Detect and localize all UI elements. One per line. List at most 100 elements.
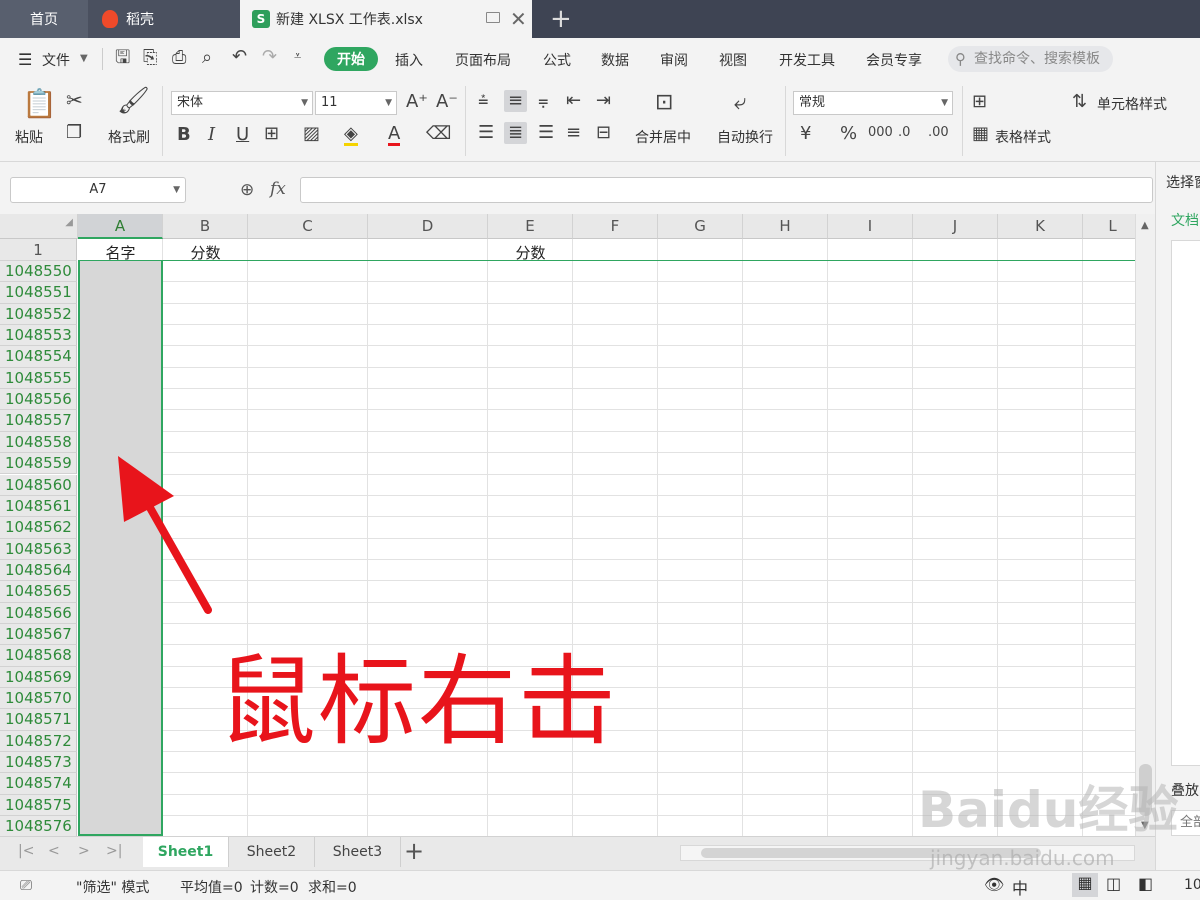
menu-file[interactable]: 文件 bbox=[42, 50, 70, 70]
fill-pattern-icon[interactable]: ▨ bbox=[303, 125, 320, 143]
sheet-tab-sheet1[interactable]: Sheet1 bbox=[143, 837, 229, 867]
tab-document[interactable]: S 新建 XLSX 工作表.xlsx ✕ bbox=[240, 0, 532, 38]
column-header-h[interactable]: H bbox=[743, 214, 828, 239]
decrease-decimal-icon[interactable]: .00 bbox=[928, 126, 949, 139]
align-right-icon[interactable]: ☰ bbox=[538, 124, 554, 142]
column-header-e[interactable]: E bbox=[488, 214, 573, 239]
bold-icon[interactable]: B bbox=[177, 126, 191, 144]
increase-font-icon[interactable]: A⁺ bbox=[406, 93, 428, 111]
conditional-format-icon[interactable]: ⊞ bbox=[972, 93, 987, 111]
merge-center-label[interactable]: 合并居中 bbox=[635, 127, 691, 147]
table-style-label[interactable]: 表格样式 bbox=[995, 127, 1051, 147]
column-header-i[interactable]: I bbox=[828, 214, 913, 239]
next-sheet-icon[interactable]: > bbox=[78, 843, 90, 859]
table-style-icon[interactable]: ▦ bbox=[972, 125, 989, 143]
align-top-icon[interactable]: ⩮ bbox=[478, 92, 489, 110]
column-header-a[interactable]: A bbox=[78, 214, 163, 239]
distributed-icon[interactable]: ⊟ bbox=[596, 124, 611, 142]
column-header-l[interactable]: L bbox=[1083, 214, 1135, 239]
font-color-icon[interactable]: A bbox=[388, 125, 401, 146]
thousands-icon[interactable]: 000 bbox=[868, 126, 893, 139]
formula-input[interactable] bbox=[300, 177, 1153, 203]
print-icon[interactable]: ⎙ bbox=[172, 49, 186, 67]
cell-style-label[interactable]: 单元格样式 bbox=[1097, 94, 1167, 114]
fx-icon[interactable]: fx bbox=[270, 179, 286, 199]
tab-home[interactable]: 首页 bbox=[0, 0, 88, 38]
border-icon[interactable]: ⊞ bbox=[264, 125, 279, 143]
row-header[interactable]: 1048571 bbox=[0, 709, 77, 731]
row-header[interactable]: 1048565 bbox=[0, 581, 77, 603]
pane-object-list[interactable] bbox=[1171, 240, 1200, 766]
export-icon[interactable]: ⎘ bbox=[143, 49, 157, 67]
zoom-level[interactable]: 10 bbox=[1184, 877, 1200, 893]
row-header[interactable]: 1048564 bbox=[0, 559, 77, 582]
column-header-c[interactable]: C bbox=[248, 214, 368, 239]
row-header[interactable]: 1048560 bbox=[0, 474, 77, 496]
pane-doc-label[interactable]: 文档 bbox=[1171, 210, 1199, 230]
prev-sheet-icon[interactable]: < bbox=[48, 843, 60, 859]
column-header-f[interactable]: F bbox=[573, 214, 658, 239]
copy-icon[interactable]: ❐ bbox=[66, 124, 82, 142]
macro-icon[interactable]: ⎚ bbox=[20, 876, 32, 894]
hamburger-icon[interactable]: ☰ bbox=[18, 50, 32, 69]
align-middle-icon[interactable]: ≡ bbox=[504, 90, 528, 112]
merge-center-icon[interactable]: ⊡ bbox=[655, 92, 673, 114]
eye-protect-icon[interactable]: 👁 bbox=[984, 875, 1004, 894]
row-header[interactable]: 1048567 bbox=[0, 623, 77, 646]
format-painter-icon[interactable]: 🖌 bbox=[117, 88, 150, 114]
row-header[interactable]: 1048552 bbox=[0, 303, 77, 326]
first-sheet-icon[interactable]: |< bbox=[18, 843, 34, 859]
menu-member[interactable]: 会员专享 bbox=[866, 50, 922, 70]
row-header[interactable]: 1048563 bbox=[0, 538, 77, 560]
cell-a1[interactable]: 名字 bbox=[78, 242, 163, 263]
name-box[interactable]: A7 ▼ bbox=[10, 177, 186, 203]
row-header[interactable]: 1048556 bbox=[0, 389, 77, 411]
add-sheet-icon[interactable]: + bbox=[404, 837, 424, 865]
row-header[interactable]: 1048562 bbox=[0, 517, 77, 539]
input-method-icon[interactable]: 中 bbox=[1012, 875, 1028, 899]
font-size-select[interactable]: 11 ▼ bbox=[315, 91, 397, 115]
row-header[interactable]: 1048551 bbox=[0, 282, 77, 304]
row-header[interactable]: 1048561 bbox=[0, 495, 77, 518]
tab-daoke[interactable]: 稻壳 bbox=[88, 0, 240, 38]
cell-style-icon[interactable]: ⇅ bbox=[1072, 93, 1087, 111]
sheet-tab-sheet2[interactable]: Sheet2 bbox=[229, 837, 315, 867]
clear-format-icon[interactable]: ⌫ bbox=[426, 125, 451, 143]
print-preview-icon[interactable]: ⌕ bbox=[202, 49, 212, 67]
column-header-j[interactable]: J bbox=[913, 214, 998, 239]
menu-page-layout[interactable]: 页面布局 bbox=[455, 50, 511, 70]
row-header[interactable]: 1048576 bbox=[0, 816, 77, 836]
row-header[interactable]: 1048553 bbox=[0, 325, 77, 347]
redo-icon[interactable]: ↷ bbox=[262, 48, 277, 66]
monitor-icon[interactable] bbox=[486, 12, 500, 23]
number-format-select[interactable]: 常规 ▼ bbox=[793, 91, 953, 115]
currency-icon[interactable]: ¥ bbox=[800, 125, 811, 143]
row-header[interactable]: 1048569 bbox=[0, 666, 77, 688]
scroll-up-icon[interactable]: ▲ bbox=[1141, 220, 1149, 231]
row-header[interactable]: 1048558 bbox=[0, 431, 77, 454]
menu-developer[interactable]: 开发工具 bbox=[779, 50, 835, 70]
page-layout-view-icon[interactable]: ◫ bbox=[1106, 874, 1121, 893]
close-tab-icon[interactable]: ✕ bbox=[510, 7, 527, 31]
chevron-down-icon[interactable]: ▼ bbox=[80, 53, 88, 64]
column-header-b[interactable]: B bbox=[163, 214, 248, 239]
undo-icon[interactable]: ↶ bbox=[232, 48, 247, 66]
row-header[interactable]: 1048568 bbox=[0, 645, 77, 667]
row-header[interactable]: 1048550 bbox=[0, 261, 77, 283]
last-sheet-icon[interactable]: >| bbox=[106, 843, 122, 859]
row-header[interactable]: 1048574 bbox=[0, 773, 77, 795]
row-header[interactable]: 1048559 bbox=[0, 453, 77, 475]
customize-toolbar-icon[interactable]: ⩡ bbox=[294, 50, 301, 63]
menu-insert[interactable]: 插入 bbox=[395, 50, 423, 70]
decrease-indent-icon[interactable]: ⇤ bbox=[566, 92, 581, 110]
zoom-cell-icon[interactable]: ⊕ bbox=[240, 180, 254, 200]
row-header[interactable]: 1048554 bbox=[0, 346, 77, 368]
save-icon[interactable]: 🖫 bbox=[115, 49, 130, 67]
row-header[interactable]: 1048570 bbox=[0, 688, 77, 710]
wrap-text-label[interactable]: 自动换行 bbox=[717, 127, 773, 147]
row-header[interactable]: 1048566 bbox=[0, 602, 77, 624]
search-input[interactable]: ⚲ 查找命令、搜索模板 bbox=[948, 46, 1113, 72]
row-header[interactable]: 1048575 bbox=[0, 794, 77, 817]
align-left-icon[interactable]: ☰ bbox=[478, 124, 494, 142]
cut-icon[interactable]: ✂ bbox=[66, 90, 83, 110]
